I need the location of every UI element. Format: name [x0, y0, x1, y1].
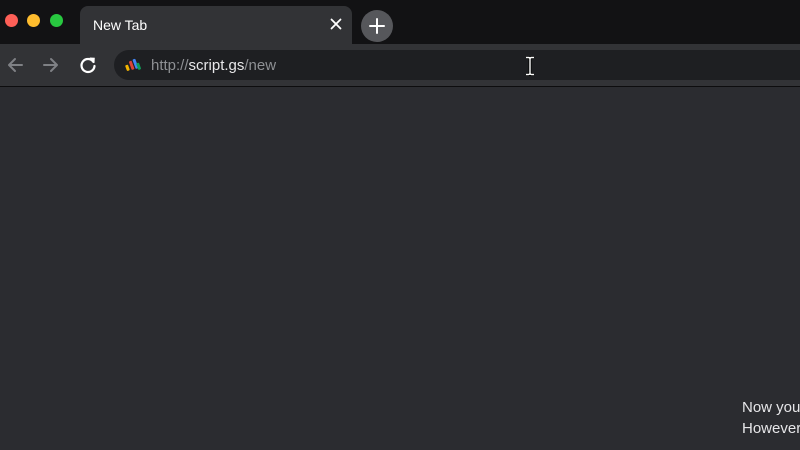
forward-button[interactable]	[41, 55, 61, 75]
page-content: Now you However	[0, 87, 800, 450]
arrow-right-icon	[43, 58, 58, 72]
tab-strip: New Tab	[0, 0, 800, 44]
plus-icon	[369, 18, 385, 34]
url-path: /new	[244, 57, 277, 74]
window-close-button[interactable]	[5, 14, 18, 27]
url-scheme: http://	[151, 57, 189, 74]
browser-window: New Tab http://script.gs/new Now you How…	[0, 0, 800, 450]
tab-title: New Tab	[93, 17, 148, 33]
site-favicon-icon	[124, 57, 142, 73]
url-text: http://script.gs/new	[151, 57, 276, 74]
tab-new-tab[interactable]: New Tab	[80, 6, 352, 44]
window-minimize-button[interactable]	[27, 14, 40, 27]
caption-line: Now you	[742, 399, 800, 416]
close-icon[interactable]	[328, 16, 344, 32]
arrow-left-icon	[8, 58, 23, 72]
address-bar[interactable]: http://script.gs/new	[114, 50, 800, 80]
reload-icon	[80, 57, 96, 74]
new-tab-button[interactable]	[361, 10, 393, 42]
back-button[interactable]	[5, 55, 25, 75]
text-cursor-icon	[524, 56, 536, 76]
caption-line: However	[742, 420, 800, 437]
window-maximize-button[interactable]	[50, 14, 63, 27]
caption-text: Now you However	[742, 397, 800, 439]
url-host: script.gs	[188, 57, 245, 74]
browser-toolbar: http://script.gs/new	[0, 44, 800, 87]
reload-button[interactable]	[78, 55, 98, 75]
